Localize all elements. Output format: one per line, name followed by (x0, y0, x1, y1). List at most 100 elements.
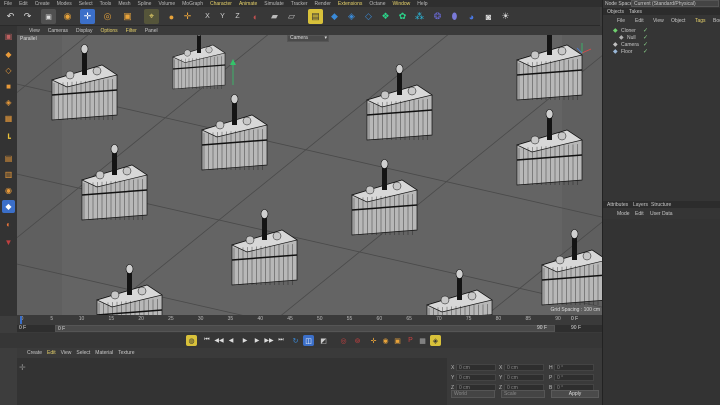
objects-menu-view[interactable]: View (653, 18, 664, 24)
material-menu-texture[interactable]: Texture (118, 350, 134, 356)
edges-mode-icon[interactable]: ◇ (2, 64, 15, 77)
solo-icon[interactable]: ◉ (2, 184, 15, 197)
coord-value-field[interactable]: 0 cm (456, 364, 496, 371)
menu-edit[interactable]: Edit (635, 211, 644, 217)
go-to-end-icon[interactable]: ⏭ (276, 335, 286, 346)
autokey-icon[interactable]: ⊚ (352, 335, 363, 346)
menu-extensions[interactable]: Extensions (338, 1, 362, 7)
field-icon[interactable]: ⁂ (412, 9, 427, 24)
make-editable-icon[interactable]: ▣ (2, 30, 15, 43)
snap-icon[interactable]: ▤ (2, 152, 15, 165)
menu-tools[interactable]: Tools (100, 1, 112, 7)
visibility-check-icon[interactable]: ✓ (643, 34, 648, 41)
viewport-menu-display[interactable]: Display (76, 28, 92, 34)
attributes-area[interactable] (603, 219, 720, 405)
camera-dropdown[interactable]: Camera ▾ (287, 35, 329, 42)
play-icon[interactable]: ▶ (240, 335, 250, 346)
render-view-icon[interactable]: ▰ (267, 9, 282, 24)
playhead[interactable] (20, 316, 22, 324)
x-axis-icon[interactable]: X (200, 9, 215, 24)
keyframe-icon[interactable]: ◍ (186, 335, 197, 346)
menu-mesh[interactable]: Mesh (118, 1, 130, 7)
key-param-icon[interactable]: P (405, 335, 416, 346)
record-key-icon[interactable]: ◎ (338, 335, 349, 346)
redo-icon[interactable]: ↷ (20, 9, 35, 24)
live-selection-icon[interactable]: ◉ (60, 9, 75, 24)
coord-value-field[interactable]: 0 cm (504, 364, 544, 371)
coordinate-system-icon[interactable]: ◐ (248, 9, 263, 24)
menu-select[interactable]: Select (79, 1, 93, 7)
objects-menu-bookmarks[interactable]: Bookmarks (713, 18, 720, 24)
menu-modes[interactable]: Modes (57, 1, 72, 7)
tab-takes[interactable]: Takes (629, 9, 642, 15)
viewport-menu-panel[interactable]: Panel (145, 28, 158, 34)
menu-window[interactable]: Window (393, 1, 411, 7)
menu-animate[interactable]: Animate (239, 1, 257, 7)
y-axis-icon[interactable]: Y (215, 9, 230, 24)
timeline-window-icon[interactable]: ◈ (430, 335, 441, 346)
material-menu-select[interactable]: Select (76, 350, 90, 356)
next-frame-icon[interactable]: ▶ (252, 335, 262, 346)
magnet-icon[interactable]: ▼ (2, 236, 15, 249)
transform-icon[interactable]: ⌖ (144, 9, 159, 24)
menu-volume[interactable]: Volume (158, 1, 175, 7)
timeline-ruler[interactable]: 0 5 10 15 20 25 30 35 40 45 50 55 60 65 70 75 80 85 90 (17, 315, 577, 324)
objects-menu-file[interactable]: File (617, 18, 625, 24)
viewport-menu-view[interactable]: View (29, 28, 40, 34)
viewport-menu-options[interactable]: Options (100, 28, 117, 34)
coord-value-field[interactable]: 0 cm (456, 374, 496, 381)
material-manager[interactable]: ✛ (17, 358, 447, 405)
scale-tool-icon[interactable]: ▣ (120, 9, 135, 24)
menu-character[interactable]: Character (210, 1, 232, 7)
node-space-dropdown[interactable]: Current (Standard/Physical) (631, 0, 719, 7)
key-scale-icon[interactable]: ▣ (392, 335, 403, 346)
3d-viewport[interactable]: Parallel Camera ▾ Grid Spacing : 100 cm (17, 35, 602, 315)
ease-icon[interactable]: ◩ (318, 335, 329, 346)
object-row-floor[interactable]: ◆ Floor ✓ (603, 48, 720, 56)
model-mode-icon[interactable]: ▣ (41, 9, 56, 24)
environment-icon[interactable]: ◕ (464, 9, 479, 24)
coord-value-field[interactable]: 0 ° (554, 364, 594, 371)
coord-value-field[interactable]: 0 ° (554, 374, 594, 381)
menu-user-data[interactable]: User Data (650, 211, 673, 217)
tab-layers[interactable]: Layers (633, 202, 648, 208)
camera-icon[interactable]: ◙ (481, 9, 496, 24)
viewport-canvas[interactable] (17, 35, 602, 315)
material-menu-create[interactable]: Create (27, 350, 42, 356)
frame-range-slider[interactable]: 0 F (55, 325, 555, 332)
material-menu-view[interactable]: View (61, 350, 72, 356)
key-rotation-icon[interactable]: ◉ (380, 335, 391, 346)
material-menu-material[interactable]: Material (95, 350, 113, 356)
viewport-menu-cameras[interactable]: Cameras (48, 28, 68, 34)
visibility-check-icon[interactable]: ✓ (643, 41, 648, 48)
rotate-tool-icon[interactable]: ◎ (100, 9, 115, 24)
uv-mode-icon[interactable]: ◈ (2, 96, 15, 109)
menu-edit[interactable]: Edit (19, 1, 28, 7)
apply-button[interactable]: Apply (551, 390, 599, 398)
render-region-icon[interactable]: ▱ (284, 9, 299, 24)
menu-mode[interactable]: Mode (617, 211, 630, 217)
recent-tools-icon[interactable]: ● (164, 9, 179, 24)
menu-mograph[interactable]: MoGraph (182, 1, 203, 7)
render-settings-icon[interactable]: ▤ (308, 9, 323, 24)
next-key-icon[interactable]: ▶▶ (264, 335, 274, 346)
spline-icon[interactable]: ❂ (430, 9, 445, 24)
timeline[interactable]: 0 5 10 15 20 25 30 35 40 45 50 55 60 65 70 75 80 85 90 0 F… (17, 315, 602, 333)
material-ball-icon[interactable]: ⬮ (447, 9, 462, 24)
key-pla-icon[interactable]: ▦ (417, 335, 428, 346)
menu-tracker[interactable]: Tracker (291, 1, 308, 7)
coord-value-field[interactable]: 0 cm (504, 374, 544, 381)
cube-icon[interactable]: ◆ (327, 9, 342, 24)
cloner-icon[interactable]: ◇ (361, 9, 376, 24)
mograph-effector-icon[interactable]: ✿ (395, 9, 410, 24)
visibility-check-icon[interactable]: ✓ (643, 48, 648, 55)
coord-mode-dropdown[interactable]: World (451, 390, 495, 398)
menu-help[interactable]: Help (417, 1, 427, 7)
deformer-icon[interactable]: ❖ (378, 9, 393, 24)
previous-key-icon[interactable]: ◀◀ (214, 335, 224, 346)
layer-icon[interactable]: ◆ (2, 200, 15, 213)
previous-frame-icon[interactable]: ◀ (226, 335, 236, 346)
objects-menu-object[interactable]: Object (671, 18, 685, 24)
start-frame-field[interactable]: 0 F (19, 325, 26, 331)
tab-attributes[interactable]: Attributes (607, 202, 628, 208)
